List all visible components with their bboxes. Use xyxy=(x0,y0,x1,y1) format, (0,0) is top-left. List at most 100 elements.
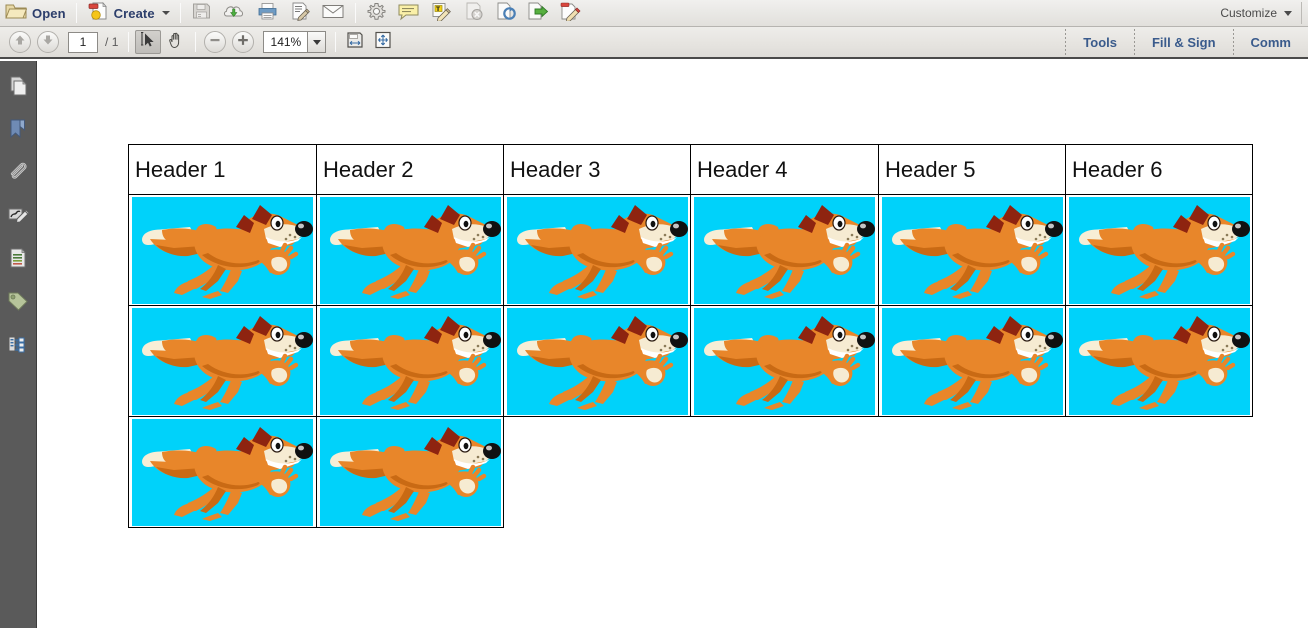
fox-image-master xyxy=(319,196,501,304)
fox-image xyxy=(129,418,316,526)
sidebar-item-content[interactable] xyxy=(5,247,31,273)
gear-icon xyxy=(366,1,387,26)
table-cell-empty xyxy=(504,417,691,528)
sticky-note-button[interactable] xyxy=(392,1,425,26)
table-cell-image xyxy=(1065,194,1253,306)
save-button[interactable] xyxy=(186,1,217,26)
sidebar-item-bookmarks[interactable] xyxy=(5,118,31,144)
open-button-label: Open xyxy=(32,5,66,21)
edit-pdf-icon xyxy=(559,1,581,26)
upload-cloud-icon xyxy=(222,1,246,26)
attachments-icon xyxy=(6,160,30,189)
chevron-down-icon xyxy=(161,11,170,15)
fox-image xyxy=(1066,196,1252,304)
page-thumbnails-icon xyxy=(6,74,30,103)
previous-page-button[interactable] xyxy=(9,31,31,53)
nav-separator-2 xyxy=(195,32,197,52)
nav-separator-3 xyxy=(335,32,337,52)
page-number-input[interactable]: 1 xyxy=(68,31,98,53)
fox-image xyxy=(317,418,503,526)
fox-image xyxy=(129,196,316,304)
send-files-button[interactable] xyxy=(217,1,251,26)
fox-image xyxy=(504,307,690,415)
edit-pdf-button[interactable] xyxy=(554,1,586,26)
tools-link[interactable]: Tools xyxy=(1066,35,1134,50)
zoom-level-value[interactable]: 141% xyxy=(263,31,308,53)
sidebar-item-page-thumbnails[interactable] xyxy=(5,75,31,101)
fill-and-sign-link[interactable]: Fill & Sign xyxy=(1135,35,1233,50)
table-header-cell: Header 3 xyxy=(503,144,691,195)
fox-image xyxy=(1066,307,1252,415)
table-body: Header 1 Header 2 Header 3 Header 4 Head… xyxy=(128,144,1253,528)
hand-tool-button[interactable] xyxy=(163,30,189,54)
table-cell-image xyxy=(128,194,317,306)
toolbar-separator-1 xyxy=(75,3,77,23)
document-viewport[interactable]: Header 1 Header 2 Header 3 Header 4 Head… xyxy=(38,61,1308,628)
sidebar-item-attachments[interactable] xyxy=(5,161,31,187)
chevron-down-icon xyxy=(1284,10,1292,16)
settings-button[interactable] xyxy=(361,1,392,26)
table-cell-image xyxy=(503,305,691,417)
fox-image-master xyxy=(694,196,875,304)
fox-image xyxy=(879,307,1065,415)
sidebar-item-tags[interactable] xyxy=(5,290,31,316)
fox-image-master xyxy=(319,418,501,526)
table-cell-empty xyxy=(879,417,1066,528)
fox-image xyxy=(129,307,316,415)
rotate-view-button[interactable] xyxy=(490,1,522,26)
page-total-label: / 1 xyxy=(105,35,119,49)
open-folder-icon xyxy=(5,1,28,26)
create-button[interactable]: Create xyxy=(82,1,175,26)
fox-image-master xyxy=(694,307,875,415)
toolbar-separator-3 xyxy=(354,3,356,23)
print-button[interactable] xyxy=(251,1,284,26)
zoom-in-icon xyxy=(236,33,250,52)
zoom-level-dropdown[interactable] xyxy=(307,31,327,53)
create-button-label: Create xyxy=(113,5,155,21)
comment-link[interactable]: Comm xyxy=(1234,35,1308,50)
fox-image-master xyxy=(506,196,688,304)
export-button[interactable] xyxy=(522,1,554,26)
email-icon xyxy=(321,1,345,26)
sidebar-item-model-tree[interactable] xyxy=(5,333,31,359)
sidebar-item-signatures[interactable] xyxy=(5,204,31,230)
highlight-text-button[interactable]: T xyxy=(425,1,458,26)
table-cell-image xyxy=(128,305,317,417)
fox-image-master xyxy=(881,307,1063,415)
customize-menu[interactable]: Customize xyxy=(1220,2,1308,24)
zoom-out-icon xyxy=(208,33,222,52)
open-button[interactable]: Open xyxy=(0,1,71,26)
model-tree-icon xyxy=(6,332,30,361)
comment-bubble-icon xyxy=(397,1,420,26)
content-table: Header 1 Header 2 Header 3 Header 4 Head… xyxy=(128,144,1253,528)
table-header-cell: Header 4 xyxy=(690,144,879,195)
fit-page-button[interactable] xyxy=(370,30,396,54)
fox-image xyxy=(691,196,878,304)
table-header-cell: Header 6 xyxy=(1065,144,1253,195)
sign-document-icon xyxy=(289,1,311,26)
save-icon xyxy=(191,1,212,26)
fox-image xyxy=(504,196,690,304)
email-button[interactable] xyxy=(316,1,350,26)
table-cell-image xyxy=(316,305,504,417)
select-tool-icon xyxy=(139,31,157,54)
sign-document-button[interactable] xyxy=(284,1,316,26)
previous-page-icon xyxy=(13,33,27,52)
next-page-button[interactable] xyxy=(37,31,59,53)
select-tool-button[interactable] xyxy=(135,30,162,54)
stamp-button xyxy=(458,1,490,26)
zoom-level-control[interactable]: 141% xyxy=(263,31,327,53)
stamp-disabled-icon xyxy=(463,1,485,26)
fox-image-master xyxy=(506,307,688,415)
fox-image-master xyxy=(1068,196,1250,304)
fit-width-button[interactable] xyxy=(342,30,368,54)
table-cell-image xyxy=(316,416,504,528)
fit-width-icon xyxy=(345,30,365,55)
fox-image-master xyxy=(319,307,501,415)
table-cell-image xyxy=(503,194,691,306)
zoom-in-button[interactable] xyxy=(232,31,255,53)
create-document-icon xyxy=(87,1,109,26)
zoom-out-button[interactable] xyxy=(204,31,227,53)
table-cell-image xyxy=(128,416,317,528)
table-row xyxy=(128,416,1253,528)
